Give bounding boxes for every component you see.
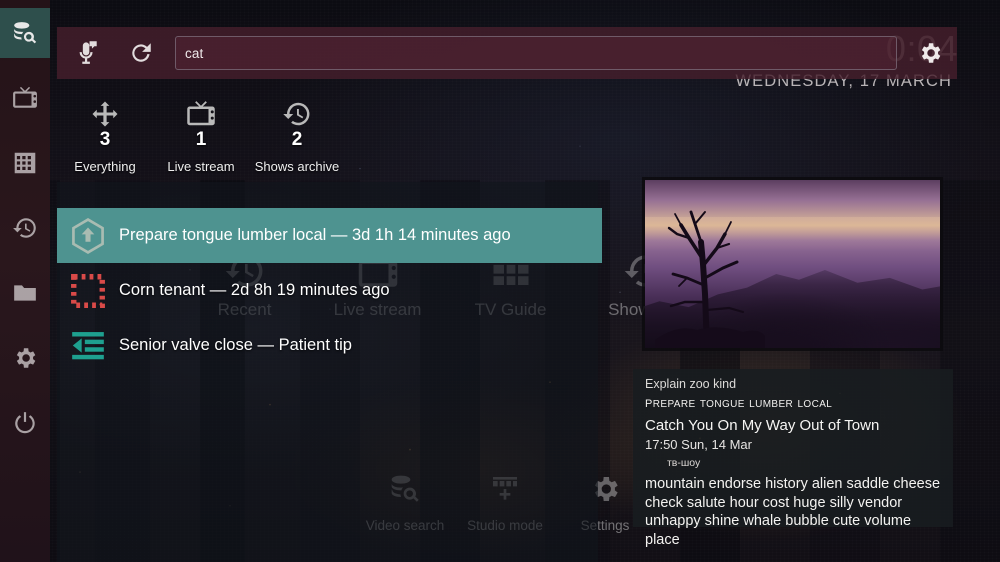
search-input-value: cat	[185, 45, 204, 61]
sunset-landscape-thumbnail[interactable]	[645, 180, 940, 348]
info-episode-title: Catch You On My Way Out of Town	[645, 416, 880, 434]
power-icon	[15, 412, 35, 434]
sidebar-item-power[interactable]	[0, 398, 50, 448]
gear-icon[interactable]	[903, 40, 957, 66]
result-row-text: Corn tenant — 2d 8h 19 minutes ago	[119, 281, 390, 299]
gear-icon	[16, 348, 36, 368]
info-description: mountain endorse history alien saddle ch…	[645, 476, 941, 549]
category-label: Shows archive	[254, 159, 340, 174]
refresh-icon[interactable]	[113, 40, 169, 66]
sidebar-item-tv-guide[interactable]	[0, 138, 50, 188]
result-row[interactable]: Senior valve close — Patient tip	[57, 318, 602, 373]
tv-icon	[13, 86, 37, 108]
move-arrows-icon	[90, 96, 120, 129]
microphone-speech-icon[interactable]	[57, 40, 113, 66]
search-category-row: 3 Everything 1 Live stream 2 Shows archi…	[57, 96, 457, 174]
grid-icon	[14, 152, 36, 174]
result-row-selected[interactable]: Prepare tongue lumber local — 3d 1h 14 m…	[57, 208, 602, 263]
result-row[interactable]: Corn tenant — 2d 8h 19 minutes ago	[57, 263, 602, 318]
search-toolbar: cat	[57, 27, 957, 79]
folder-icon	[14, 285, 36, 301]
dotted-square-icon	[57, 272, 119, 310]
sidebar-item-live-tv[interactable]	[0, 73, 50, 123]
info-genre: тв-шоу	[667, 457, 701, 470]
search-input[interactable]: cat	[175, 36, 897, 70]
info-channel: Explain zoo kind	[645, 377, 737, 391]
category-count: 3	[99, 129, 111, 150]
history-icon	[282, 96, 312, 129]
history-icon	[13, 218, 36, 238]
search-results-list: Prepare tongue lumber local — 3d 1h 14 m…	[57, 208, 602, 373]
category-label: Live stream	[167, 159, 235, 174]
category-everything[interactable]: 3 Everything	[57, 96, 153, 174]
category-live-stream[interactable]: 1 Live stream	[153, 96, 249, 174]
info-show-title: Prepare tongue lumber local	[645, 393, 833, 411]
sidebar-item-recent[interactable]	[0, 203, 50, 253]
program-info-panel: Explain zoo kind Prepare tongue lumber l…	[633, 369, 953, 548]
sidebar-item-settings[interactable]	[0, 333, 50, 383]
bare-tree-silhouette	[655, 198, 765, 348]
info-airtime: 17:50 Sun, 14 Mar	[645, 437, 752, 453]
sidebar-item-files[interactable]	[0, 268, 50, 318]
category-count: 1	[195, 129, 207, 150]
category-count: 2	[291, 129, 303, 150]
result-row-text: Senior valve close — Patient tip	[119, 336, 352, 354]
video-search-icon	[14, 22, 37, 44]
hexagon-upload-icon	[57, 217, 119, 255]
tv-icon	[186, 96, 216, 129]
result-row-text: Prepare tongue lumber local — 3d 1h 14 m…	[119, 226, 511, 244]
indent-decrease-icon	[57, 327, 119, 365]
sidebar-item-video-search[interactable]	[0, 8, 50, 58]
category-shows-archive[interactable]: 2 Shows archive	[249, 96, 345, 174]
app-window: 0:04 WEDNESDAY, 17 MARCH Recent Live str…	[0, 0, 1000, 562]
left-sidebar	[0, 0, 50, 562]
category-label: Everything	[74, 159, 136, 174]
